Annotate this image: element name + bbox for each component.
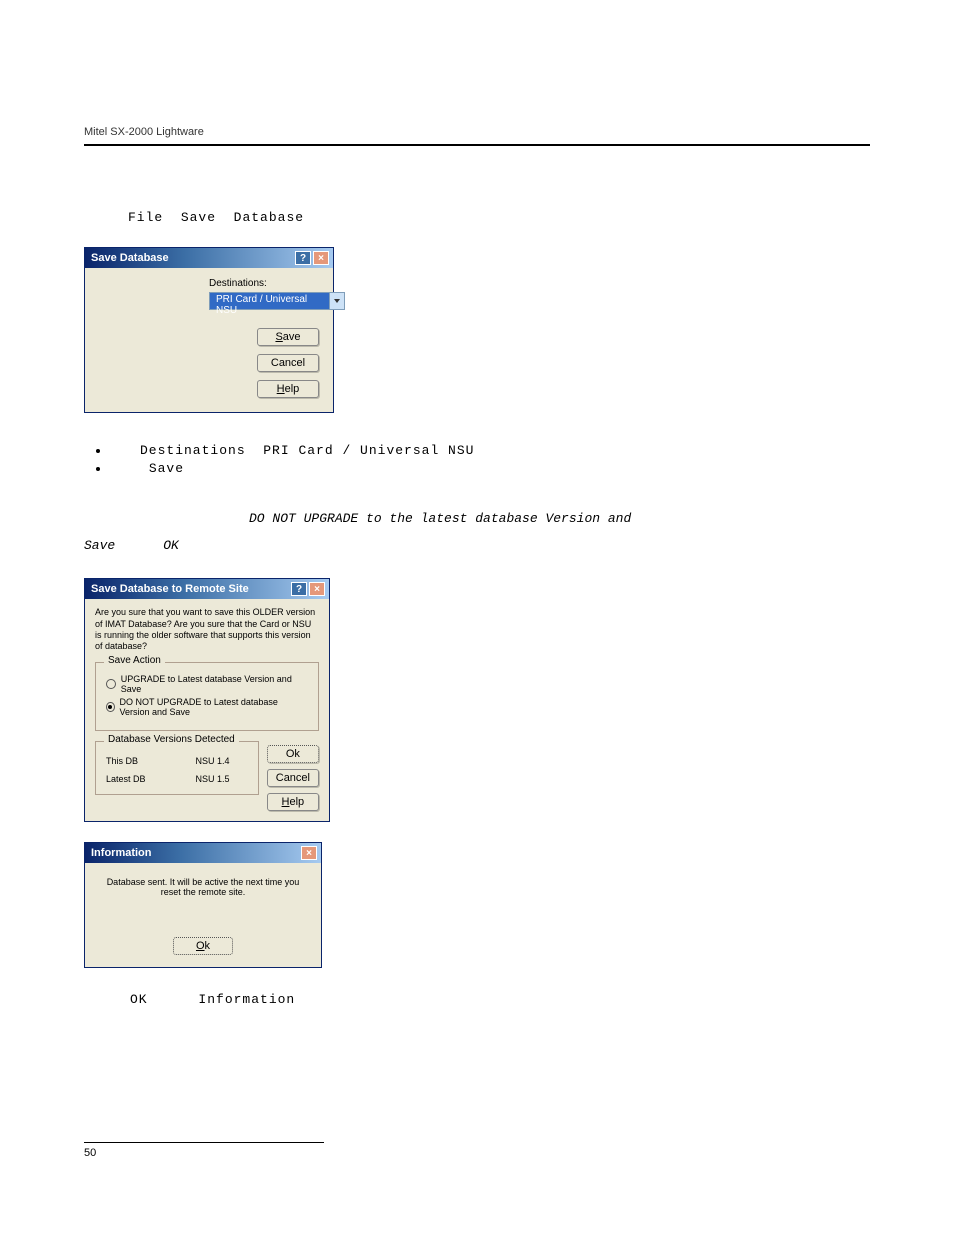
page-footer: 50 (84, 1142, 870, 1159)
dialog-title: Save Database to Remote Site (91, 583, 249, 595)
dialog-titlebar[interactable]: Information × (85, 843, 321, 863)
cancel-button[interactable]: Cancel (257, 354, 319, 372)
information-dialog: Information × Database sent. It will be … (84, 842, 322, 968)
destinations-select[interactable]: PRI Card / Universal NSU (209, 292, 345, 310)
this-db-value: NSU 1.4 (196, 756, 230, 766)
page-number: 50 (84, 1147, 870, 1159)
help-button[interactable]: Help (257, 380, 319, 398)
instruction-list: Destinations PRI Card / Universal NSU Sa… (110, 443, 870, 476)
save-remote-dialog: Save Database to Remote Site ? × Are you… (84, 578, 330, 822)
ok-button[interactable]: Ok (267, 745, 319, 763)
italic-instruction: DO NOT UPGRADE to the latest database Ve… (84, 504, 870, 558)
latest-db-label: Latest DB (106, 774, 146, 784)
group-legend: Save Action (104, 655, 165, 666)
destinations-value: PRI Card / Universal NSU (209, 292, 330, 310)
do-not-upgrade-radio[interactable]: DO NOT UPGRADE to Latest database Versio… (106, 697, 308, 717)
dialog-titlebar[interactable]: Save Database to Remote Site ? × (85, 579, 329, 599)
info-message: Database sent. It will be active the nex… (97, 877, 309, 897)
save-button[interactable]: Save (257, 328, 319, 346)
menu-path-text: File Save Database (128, 210, 870, 225)
close-icon[interactable]: × (313, 251, 329, 265)
close-icon[interactable]: × (301, 846, 317, 860)
save-label: Save (181, 210, 216, 225)
upgrade-radio[interactable]: UPGRADE to Latest database Version and S… (106, 674, 308, 694)
dialog-titlebar[interactable]: Save Database ? × (85, 248, 333, 268)
versions-group: Database Versions Detected This DB Lates… (95, 741, 259, 795)
help-icon[interactable]: ? (295, 251, 311, 265)
this-db-label: This DB (106, 756, 146, 766)
running-header: Mitel SX-2000 Lightware (84, 126, 870, 146)
database-label: Database (234, 210, 304, 225)
help-button[interactable]: Help (267, 793, 319, 811)
dialog-title: Information (91, 847, 152, 859)
group-legend: Database Versions Detected (104, 734, 239, 745)
list-item: Destinations PRI Card / Universal NSU (110, 443, 870, 458)
dialog-title: Save Database (91, 252, 169, 264)
final-text: OK Information (130, 992, 870, 1007)
save-database-dialog: Save Database ? × Destinations: PRI Card… (84, 247, 334, 413)
save-action-group: Save Action UPGRADE to Latest database V… (95, 662, 319, 731)
confirm-message: Are you sure that you want to save this … (95, 607, 319, 652)
ok-button[interactable]: Ok (173, 937, 233, 955)
chevron-down-icon[interactable] (330, 292, 345, 310)
help-icon[interactable]: ? (291, 582, 307, 596)
list-item: Save (110, 461, 870, 476)
close-icon[interactable]: × (309, 582, 325, 596)
destinations-label: Destinations: (209, 278, 319, 289)
cancel-button[interactable]: Cancel (267, 769, 319, 787)
file-label: File (128, 210, 163, 225)
latest-db-value: NSU 1.5 (196, 774, 230, 784)
